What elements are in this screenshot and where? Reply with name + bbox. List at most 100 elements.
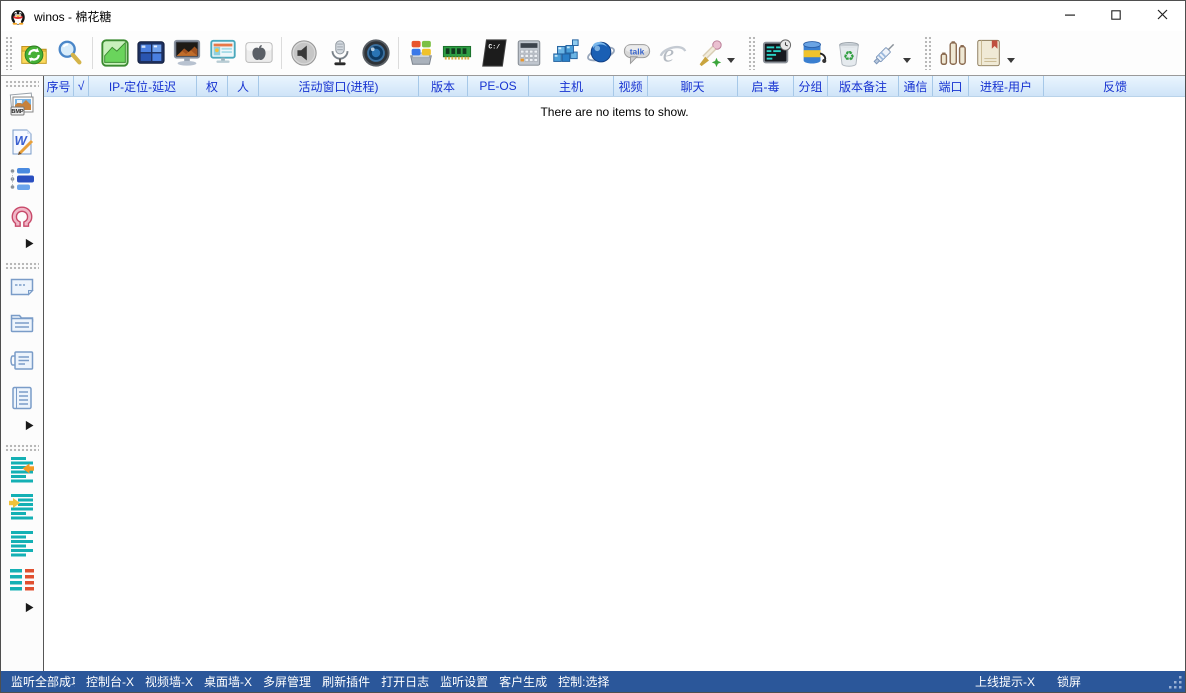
sidebar-grip[interactable] bbox=[5, 262, 39, 269]
flow-list-button[interactable] bbox=[4, 163, 40, 200]
registry-cubes-button[interactable] bbox=[547, 34, 583, 72]
bars-out-icon bbox=[8, 491, 36, 526]
sidebar-expand-button[interactable] bbox=[25, 601, 36, 619]
clip-button[interactable] bbox=[4, 200, 40, 237]
toolbar-grip[interactable] bbox=[748, 36, 755, 70]
column-header-3[interactable]: IP-定位-延迟 bbox=[89, 76, 197, 96]
apple-button[interactable] bbox=[241, 34, 277, 72]
column-header-11[interactable]: 聊天 bbox=[648, 76, 738, 96]
search-icon bbox=[55, 38, 85, 68]
word-doc-button[interactable]: W bbox=[4, 126, 40, 163]
globe-button[interactable] bbox=[583, 34, 619, 72]
calculator-icon bbox=[514, 38, 544, 68]
column-header-13[interactable]: 分组 bbox=[794, 76, 828, 96]
talk-button[interactable]: talk bbox=[619, 34, 655, 72]
trash-button[interactable]: ♻ bbox=[831, 34, 867, 72]
column-header-17[interactable]: 进程-用户 bbox=[969, 76, 1044, 96]
status-item[interactable]: 上线提示-X bbox=[975, 673, 1035, 690]
close-button[interactable] bbox=[1139, 1, 1185, 31]
memory-button[interactable] bbox=[439, 34, 475, 72]
folder-lines-icon bbox=[8, 310, 36, 343]
list-pad-button[interactable] bbox=[4, 382, 40, 419]
status-item[interactable]: 视频墙-X bbox=[145, 673, 193, 690]
clip-icon bbox=[9, 203, 35, 234]
clipboard-button[interactable] bbox=[4, 345, 40, 382]
microphone-button[interactable] bbox=[322, 34, 358, 72]
camera-button[interactable] bbox=[358, 34, 394, 72]
status-item[interactable]: 锁屏 bbox=[1057, 673, 1081, 690]
toolbar-grip[interactable] bbox=[5, 36, 12, 70]
column-header-10[interactable]: 视频 bbox=[614, 76, 648, 96]
bars-in-button[interactable] bbox=[4, 453, 40, 490]
list-pad-icon bbox=[8, 384, 36, 417]
battery-icon bbox=[798, 38, 828, 68]
column-header-2[interactable]: √ bbox=[74, 76, 89, 96]
resize-grip-icon[interactable] bbox=[1169, 676, 1182, 689]
bmp-image-icon: BMP bbox=[8, 91, 36, 124]
notebook-button[interactable] bbox=[971, 34, 1019, 72]
dropper-button[interactable] bbox=[691, 34, 739, 72]
column-header-7[interactable]: 版本 bbox=[419, 76, 468, 96]
sidebar-grip[interactable] bbox=[5, 444, 39, 451]
screen-wall-button[interactable] bbox=[133, 34, 169, 72]
column-header-5[interactable]: 人 bbox=[228, 76, 259, 96]
column-header-12[interactable]: 启-毒 bbox=[738, 76, 794, 96]
column-header-16[interactable]: 端口 bbox=[933, 76, 969, 96]
chart-button[interactable] bbox=[97, 34, 133, 72]
toolbar: C:/ talke ♻ bbox=[1, 31, 1185, 75]
dropdown-arrow-icon[interactable] bbox=[1007, 58, 1015, 63]
column-header-18[interactable]: 反馈 bbox=[1044, 76, 1185, 96]
dropdown-arrow-icon[interactable] bbox=[903, 58, 911, 63]
dropdown-arrow-icon[interactable] bbox=[727, 58, 735, 63]
column-header-15[interactable]: 通信 bbox=[899, 76, 933, 96]
column-header-6[interactable]: 活动窗口(进程) bbox=[259, 76, 419, 96]
calculator-button[interactable] bbox=[511, 34, 547, 72]
stats-button[interactable] bbox=[935, 34, 971, 72]
desktop-monitor-button[interactable] bbox=[169, 34, 205, 72]
sidebar-expand-button[interactable] bbox=[25, 419, 36, 437]
status-item[interactable]: 多屏管理 bbox=[263, 673, 311, 690]
word-doc-icon: W bbox=[8, 128, 36, 161]
app-window-button[interactable] bbox=[205, 34, 241, 72]
status-item[interactable]: 监听全部成功 bbox=[11, 673, 75, 690]
column-header-1[interactable]: 序号 bbox=[44, 76, 74, 96]
title-bar: winos - 棉花糖 bbox=[1, 1, 1185, 31]
flow-list-icon bbox=[8, 165, 36, 198]
status-item[interactable]: 客户生成 bbox=[499, 673, 547, 690]
terminal-icon: C:/ bbox=[478, 38, 508, 68]
status-item[interactable]: 控制:选择 bbox=[558, 673, 609, 690]
status-item[interactable]: 刷新插件 bbox=[322, 673, 370, 690]
column-header-8[interactable]: PE-OS bbox=[468, 76, 529, 96]
bars-diff-button[interactable] bbox=[4, 564, 40, 601]
monitor-log-button[interactable] bbox=[759, 34, 795, 72]
windows-button[interactable] bbox=[403, 34, 439, 72]
bars-plain-button[interactable] bbox=[4, 527, 40, 564]
speaker-button[interactable] bbox=[286, 34, 322, 72]
ie-button[interactable]: e bbox=[655, 34, 691, 72]
memory-icon bbox=[442, 38, 472, 68]
list-body[interactable]: There are no items to show. bbox=[44, 97, 1185, 671]
bars-out-button[interactable] bbox=[4, 490, 40, 527]
sidebar-expand-button[interactable] bbox=[25, 237, 36, 255]
sidebar-grip[interactable] bbox=[5, 80, 39, 87]
svg-text:C:/: C:/ bbox=[488, 43, 500, 50]
column-header-14[interactable]: 版本备注 bbox=[828, 76, 899, 96]
battery-button[interactable] bbox=[795, 34, 831, 72]
folder-lines-button[interactable] bbox=[4, 308, 40, 345]
column-header-9[interactable]: 主机 bbox=[529, 76, 614, 96]
toolbar-grip[interactable] bbox=[924, 36, 931, 70]
search-button[interactable] bbox=[52, 34, 88, 72]
syringe-button[interactable] bbox=[867, 34, 915, 72]
status-item[interactable]: 监听设置 bbox=[440, 673, 488, 690]
status-item[interactable]: 桌面墙-X bbox=[204, 673, 252, 690]
column-header-4[interactable]: 权 bbox=[197, 76, 228, 96]
note-card-button[interactable] bbox=[4, 271, 40, 308]
minimize-button[interactable] bbox=[1047, 1, 1093, 31]
status-item[interactable]: 打开日志 bbox=[381, 673, 429, 690]
status-item[interactable]: 控制台-X bbox=[86, 673, 134, 690]
window-controls bbox=[1047, 1, 1185, 31]
bmp-image-button[interactable]: BMP bbox=[4, 89, 40, 126]
terminal-button[interactable]: C:/ bbox=[475, 34, 511, 72]
maximize-button[interactable] bbox=[1093, 1, 1139, 31]
sync-folder-button[interactable] bbox=[16, 34, 52, 72]
